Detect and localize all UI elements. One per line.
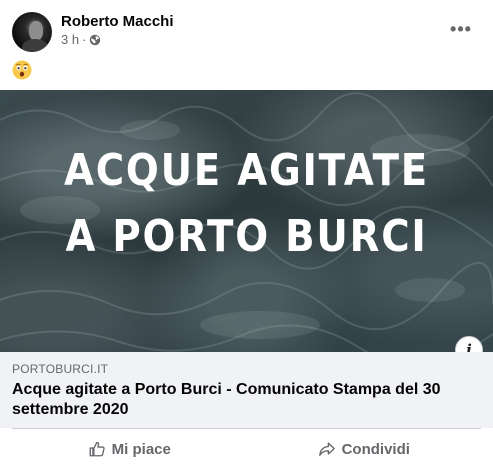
link-preview-image[interactable]: Acque agitate a Porto Burci [0, 90, 493, 352]
share-button[interactable]: Condividi [247, 431, 482, 467]
globe-icon[interactable] [89, 34, 101, 46]
link-preview-caption[interactable]: PORTOBURCI.IT Acque agitate a Porto Burc… [0, 352, 493, 428]
astonished-face-emoji [12, 60, 32, 80]
like-label: Mi piace [111, 440, 171, 458]
share-label: Condividi [341, 440, 410, 458]
link-title[interactable]: Acque agitate a Porto Burci - Comunicato… [12, 380, 462, 420]
author-name[interactable]: Roberto Macchi [61, 13, 174, 31]
meta-separator: · [82, 32, 87, 47]
post-actions: Mi piace Condividi [12, 431, 481, 467]
avatar[interactable] [12, 12, 52, 52]
avatar-shoulder [22, 39, 48, 52]
feed-post: Roberto Macchi 3 h · ••• ACQUE AGITATE A… [0, 0, 493, 468]
like-button[interactable]: Mi piace [12, 431, 247, 467]
share-arrow-icon [318, 442, 335, 456]
post-header: Roberto Macchi 3 h · ••• [12, 12, 482, 54]
post-time[interactable]: 3 h [61, 32, 79, 48]
thumbs-up-icon [89, 441, 105, 457]
avatar-face [29, 21, 43, 41]
post-meta: 3 h · [61, 32, 101, 48]
link-domain: PORTOBURCI.IT [12, 362, 109, 376]
image-headline: Acque agitate a Porto Burci [30, 138, 464, 270]
more-horizontal-icon[interactable]: ••• [450, 18, 472, 40]
actions-divider [12, 428, 481, 429]
image-headline-line-1: Acque agitate [64, 145, 429, 196]
image-headline-line-2: a Porto Burci [65, 211, 428, 262]
